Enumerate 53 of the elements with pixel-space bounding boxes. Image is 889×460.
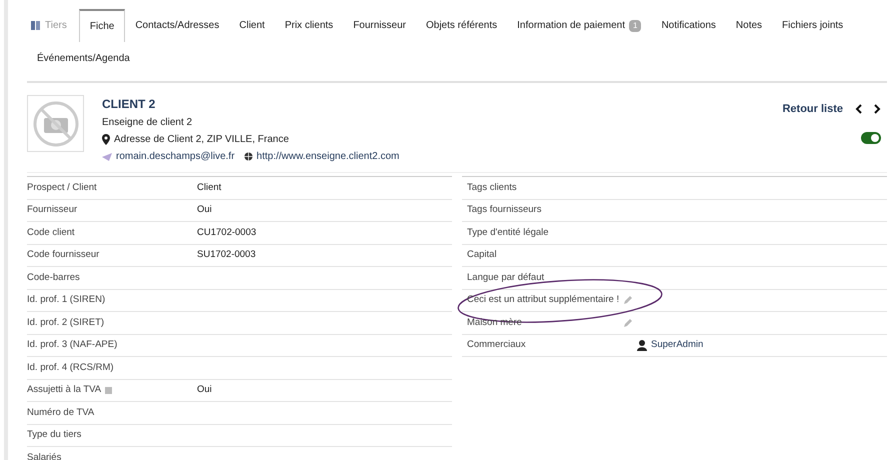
field-label: Code-barres [27,270,80,285]
field-label: Type d'entité légale [467,226,549,240]
field-label: Capital [467,248,497,262]
book-icon [31,21,41,30]
field-value: Client [197,180,222,195]
field-label: Id. prof. 3 (NAF-APE) [27,338,118,352]
field-label: Id. prof. 2 (SIRET) [27,316,104,330]
field-label: Code fournisseur [27,248,100,262]
user-link[interactable]: SuperAdmin [651,338,704,352]
email-link[interactable]: romain.deschamps@live.fr [116,149,235,164]
brand-name: Enseigne de client 2 [102,116,194,130]
module-title: Tiers [45,19,67,33]
field-value: CU1702-0003 [197,226,256,240]
status-toggle[interactable] [861,132,881,144]
field-label: Langue par défaut [467,270,544,285]
field-value: SU1702-0003 [197,248,256,262]
field-label: Numéro de TVA [27,406,94,420]
field-label: Salariés [27,450,62,460]
location-pin-icon [102,134,110,145]
tab[interactable]: Notes [726,9,772,42]
field-label: Ceci est un attribut supplémentaire ! [467,293,620,308]
tab[interactable]: Client [229,9,275,42]
tab[interactable]: Notifications [651,9,726,42]
back-to-list-link[interactable]: Retour liste [782,101,843,118]
tab[interactable]: Contacts/Adresses [125,9,230,42]
tab[interactable]: Objets référents [416,9,508,42]
field-label: Fournisseur [27,203,78,218]
tab[interactable]: Fiche [78,9,126,42]
field-label: Code client [27,226,75,240]
field-label: Id. prof. 1 (SIREN) [27,293,106,308]
previous-icon[interactable] [855,104,862,114]
field-label: Tags clients [467,180,517,195]
tab[interactable]: Fichiers joints [772,9,854,42]
field-value: Oui [197,383,212,398]
field-label: Type du tiers [27,428,82,442]
field-value: Oui [197,203,212,218]
company-name: CLIENT 2 [102,96,156,113]
next-icon[interactable] [874,104,881,114]
field-label: Prospect / Client [27,180,97,195]
count-badge: 1 [629,20,642,32]
tab[interactable]: Prix clients [274,9,344,42]
field-label: Tags fournisseurs [467,203,542,218]
tab[interactable]: Fournisseur [343,9,416,42]
tab[interactable]: Information de paiement 1 [507,9,652,42]
tab[interactable]: Événements/Agenda [27,42,140,75]
field-label: Assujetti à la TVA [27,383,102,398]
globe-icon [244,152,253,161]
address-text: Adresse de Client 2, ZIP VILLE, France [114,133,289,147]
email-icon [102,152,112,160]
user-icon [637,340,647,351]
field-label: Commerciaux [467,338,526,352]
website-link[interactable]: http://www.enseigne.client2.com [256,149,400,164]
field-label: Id. prof. 4 (RCS/RM) [27,360,114,375]
